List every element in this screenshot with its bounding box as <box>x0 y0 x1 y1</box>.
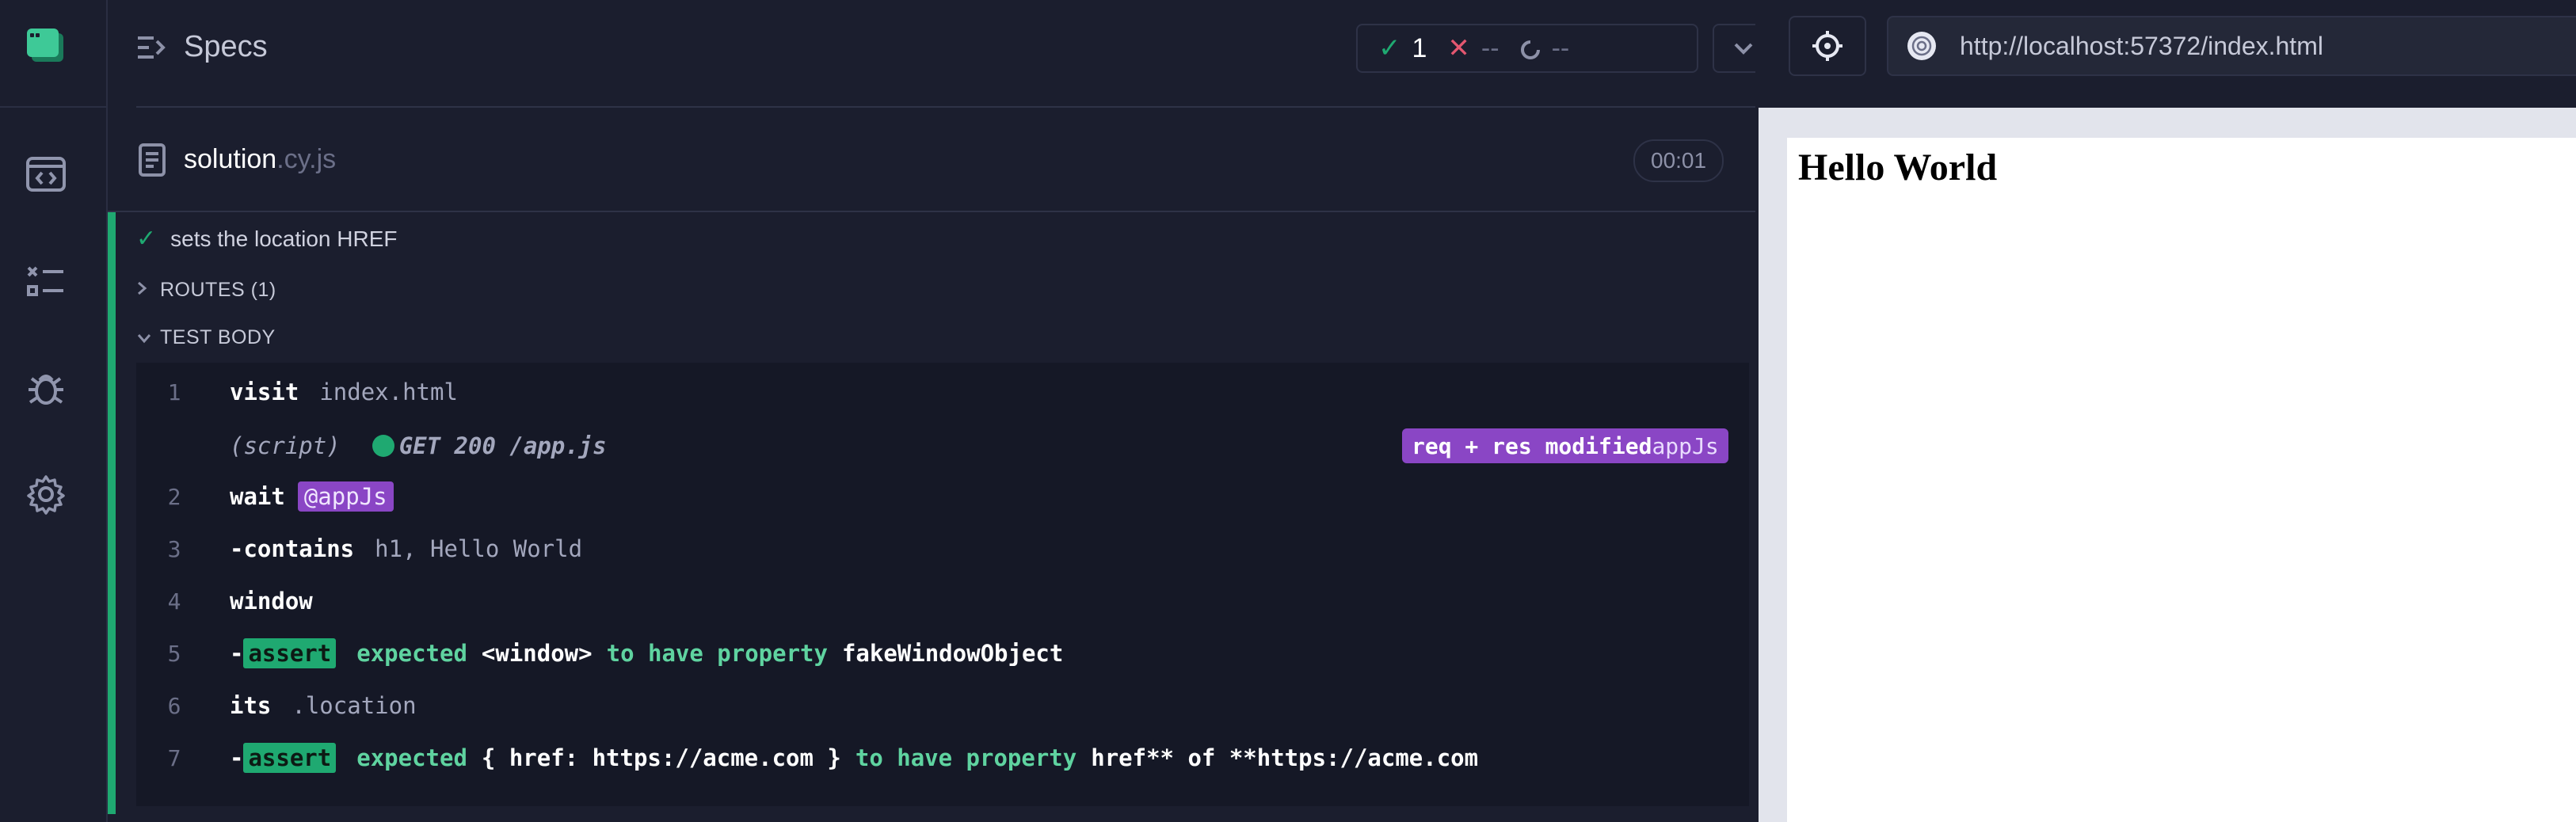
routes-section-toggle[interactable]: ROUTES (1) <box>136 279 276 302</box>
spec-duration: 00:01 <box>1633 139 1724 182</box>
spec-file-ext: .cy.js <box>276 144 337 174</box>
assert-part: to have property <box>606 640 828 667</box>
chevron-down-icon <box>136 327 160 349</box>
app-under-test-panel: http://localhost:57372/index.html Hello … <box>1759 0 2576 822</box>
command-name: wait <box>230 483 285 510</box>
test-body-label: TEST BODY <box>160 326 276 348</box>
stat-pending: -- <box>1520 32 1570 64</box>
assert-badge: assert <box>243 743 337 773</box>
test-title[interactable]: ✓ sets the location HREF <box>136 225 397 253</box>
child-dash: - <box>230 640 244 667</box>
test-pass-indicator <box>108 212 116 814</box>
command-row[interactable]: 4 window <box>136 575 1749 627</box>
aut-header: http://localhost:57372/index.html <box>1759 0 2576 108</box>
child-dash: - <box>230 744 244 771</box>
assert-part: to have property <box>855 744 1077 771</box>
chevron-down-icon <box>1734 43 1752 55</box>
spec-file-header: solution.cy.js 00:01 <box>108 108 1755 212</box>
specs-nav-icon[interactable] <box>24 152 68 196</box>
command-log: 1 visit index.html (script) GET 200 /app… <box>136 363 1749 806</box>
test-container: ✓ sets the location HREF ROUTES (1) TEST… <box>108 212 1755 822</box>
command-number: 7 <box>167 744 181 771</box>
command-name: visit <box>230 379 299 405</box>
specs-list-icon[interactable] <box>136 33 168 66</box>
request-type: (script) <box>230 432 341 459</box>
test-stats: ✓ 1 ✕ -- -- <box>1356 24 1698 73</box>
command-name: its <box>230 692 272 719</box>
command-arg: index.html <box>319 379 458 405</box>
sidebar-rail <box>0 0 108 822</box>
command-row[interactable]: 1 visit index.html <box>136 366 1749 418</box>
reporter-panel: Specs ✓ 1 ✕ -- -- solution.cy.js 00:01 ✓… <box>108 0 1833 822</box>
runs-nav-icon[interactable] <box>24 260 68 304</box>
cross-icon: ✕ <box>1447 33 1470 63</box>
stat-passed: ✓ 1 <box>1378 32 1427 64</box>
command-row[interactable]: 2 wait @appJs <box>136 470 1749 523</box>
intercept-badge[interactable]: req + res modified appJs <box>1402 428 1728 463</box>
request-row[interactable]: (script) GET 200 /app.js req + res modif… <box>136 420 1749 472</box>
failed-count: -- <box>1480 32 1499 63</box>
alias-pill[interactable]: @appJs <box>297 481 394 512</box>
assert-badge: assert <box>243 638 337 668</box>
assert-row[interactable]: 7 - assert expected { href: https://acme… <box>136 732 1749 784</box>
assert-row[interactable]: 5 - assert expected <window> to have pro… <box>136 627 1749 679</box>
assert-part: expected <box>356 640 467 667</box>
test-pass-check-icon: ✓ <box>136 226 157 252</box>
command-arg: h1, Hello World <box>375 535 583 562</box>
spec-file-name[interactable]: solution.cy.js <box>184 144 336 175</box>
globe-icon <box>1907 32 1936 60</box>
child-dash: - <box>230 535 244 562</box>
crosshair-icon <box>1812 31 1842 61</box>
test-body-section-toggle[interactable]: TEST BODY <box>136 326 276 349</box>
spec-file-base: solution <box>184 144 277 174</box>
pending-icon <box>1520 33 1541 64</box>
page-heading: Hello World <box>1798 147 1998 188</box>
pending-count: -- <box>1551 32 1570 63</box>
command-number: 6 <box>167 692 181 719</box>
document-icon <box>138 143 166 181</box>
command-row[interactable]: 6 its .location <box>136 679 1749 732</box>
check-icon: ✓ <box>1378 33 1401 63</box>
command-row[interactable]: 3 - contains h1, Hello World <box>136 523 1749 575</box>
aut-url: http://localhost:57372/index.html <box>1960 31 2323 60</box>
selector-playground-button[interactable] <box>1789 16 1866 76</box>
request-status-dot <box>372 435 394 457</box>
routes-label: ROUTES (1) <box>160 279 276 301</box>
settings-nav-icon[interactable] <box>24 472 68 516</box>
chevron-right-icon <box>136 280 160 302</box>
reporter-header: Specs ✓ 1 ✕ -- -- <box>108 0 1833 108</box>
command-number: 2 <box>167 483 181 510</box>
assert-part: { href: https://acme.com } <box>481 744 841 771</box>
debug-nav-icon[interactable] <box>24 366 68 410</box>
assert-part: <window> <box>481 640 593 667</box>
intercept-badge-text: req + res modified <box>1412 432 1652 459</box>
command-arg: .location <box>292 692 417 719</box>
command-number: 4 <box>167 588 181 615</box>
app-logo-icon[interactable] <box>24 24 68 68</box>
aut-url-bar[interactable]: http://localhost:57372/index.html <box>1887 16 2576 76</box>
assert-part: fakeWindowObject <box>841 640 1064 667</box>
request-summary: GET 200 /app.js <box>398 432 607 459</box>
aut-viewport: Hello World <box>1787 138 2576 822</box>
command-name: window <box>230 588 313 615</box>
command-number: 5 <box>167 640 181 667</box>
command-number: 1 <box>167 379 181 405</box>
assert-part: href** of **https://acme.com <box>1091 744 1479 771</box>
assert-part: expected <box>356 744 467 771</box>
intercept-badge-alias: appJs <box>1652 432 1719 459</box>
test-title-text: sets the location HREF <box>170 226 398 251</box>
command-name: contains <box>243 535 355 562</box>
rail-divider <box>0 106 106 108</box>
command-number: 3 <box>167 535 181 562</box>
passed-count: 1 <box>1412 32 1427 63</box>
specs-title[interactable]: Specs <box>184 30 268 64</box>
stat-failed: ✕ -- <box>1447 32 1499 64</box>
